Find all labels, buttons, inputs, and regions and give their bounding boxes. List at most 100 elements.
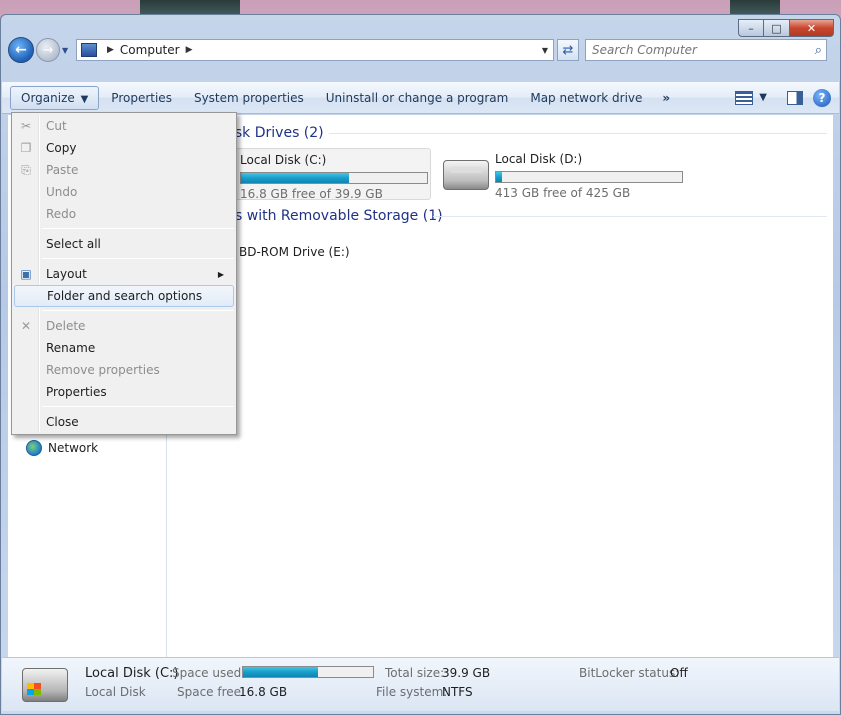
search-input[interactable] [592, 43, 792, 57]
search-icon[interactable]: ⌕ [815, 43, 822, 58]
drive-e[interactable]: BD-ROM Drive (E:) [239, 245, 439, 267]
group-divider [329, 133, 827, 134]
menu-separator [42, 310, 234, 311]
hard-drive-icon [22, 668, 68, 702]
drive-name: BD-ROM Drive (E:) [239, 245, 350, 259]
menu-item-label: Close [46, 415, 79, 429]
menu-item-paste[interactable]: ⎘ Paste [14, 159, 234, 181]
properties-button[interactable]: Properties [101, 87, 182, 109]
menu-item-cut[interactable]: ✂ Cut [14, 115, 234, 137]
menu-item-copy[interactable]: ❐ Copy [14, 137, 234, 159]
drive-free-space: 16.8 GB free of 39.9 GB [240, 187, 383, 201]
caption-buttons: – □ ✕ [738, 19, 834, 37]
file-system-value: NTFS [442, 685, 473, 699]
space-free-label: Space free: [177, 685, 246, 699]
menu-item-select-all[interactable]: Select all [14, 233, 234, 255]
system-properties-button[interactable]: System properties [184, 87, 314, 109]
change-view-icon[interactable] [735, 90, 754, 105]
details-drive-name: Local Disk (C:) [85, 666, 179, 681]
more-commands-button[interactable]: » [654, 87, 678, 109]
navigation-bar: ← → ▼ ▶ Computer ▶ ▼ ⇄ ⌕ [8, 36, 833, 64]
menu-item-label: Redo [46, 207, 77, 221]
forward-arrow-icon: → [42, 42, 54, 58]
windows-logo-icon [27, 683, 41, 695]
file-system-label: File system: [376, 685, 448, 699]
help-icon[interactable]: ? [813, 88, 831, 107]
organize-button[interactable]: Organize ▼ [10, 85, 100, 110]
uninstall-program-button[interactable]: Uninstall or change a program [316, 87, 519, 109]
address-dropdown-icon[interactable]: ▼ [537, 46, 553, 55]
drive-free-space: 413 GB free of 425 GB [495, 186, 631, 200]
bitlocker-label: BitLocker status: [579, 666, 680, 680]
delete-icon: ✕ [20, 319, 32, 333]
close-window-button[interactable]: ✕ [790, 19, 834, 37]
menu-item-label: Rename [46, 341, 96, 355]
space-used-bar [242, 666, 374, 678]
search-box[interactable]: ⌕ [585, 39, 827, 61]
refresh-icon: ⇄ [562, 42, 574, 58]
menu-item-folder-options[interactable]: Folder and search options [14, 285, 234, 307]
group-divider [433, 216, 827, 217]
back-arrow-icon: ← [15, 42, 27, 58]
total-size-label: Total size: [385, 666, 445, 680]
drive-name: Local Disk (D:) [495, 152, 583, 166]
back-button[interactable]: ← [8, 37, 34, 63]
menu-item-label: Select all [46, 237, 101, 251]
maximize-button[interactable]: □ [764, 19, 790, 37]
drive-d[interactable]: Local Disk (D:) 413 GB free of 425 GB [437, 148, 697, 200]
menu-separator [42, 406, 234, 407]
group-header-removable-storage[interactable]: s with Removable Storage (1) [235, 205, 443, 227]
menu-item-layout[interactable]: ▣ Layout ▶ [14, 263, 234, 285]
map-network-drive-button[interactable]: Map network drive [520, 87, 652, 109]
address-bar[interactable]: ▶ Computer ▶ ▼ [76, 39, 554, 61]
hard-drive-icon [443, 160, 489, 190]
nav-item-network[interactable]: Network [26, 440, 98, 456]
organize-label: Organize [21, 90, 75, 105]
menu-item-delete[interactable]: ✕ Delete [14, 315, 234, 337]
menu-item-remove-properties[interactable]: Remove properties [14, 359, 234, 381]
menu-item-label: Delete [46, 319, 86, 333]
drive-c-info: Local Disk (C:) 16.8 GB free of 39.9 GB [240, 153, 428, 201]
drive-usage-fill [496, 172, 502, 182]
menu-item-label: Undo [46, 185, 78, 199]
command-bar-right: ▼ ? [731, 88, 839, 107]
menu-item-properties[interactable]: Properties [14, 381, 234, 403]
menu-item-redo[interactable]: Redo [14, 203, 234, 225]
scissors-icon: ✂ [20, 119, 32, 133]
content-pane: isk Drives (2) Local Disk (C:) 16.8 GB f… [167, 115, 833, 657]
minimize-button[interactable]: – [738, 19, 764, 37]
menu-item-label: Folder and search options [47, 289, 203, 303]
breadcrumb-computer[interactable]: Computer [120, 43, 180, 57]
layout-icon: ▣ [20, 267, 32, 281]
menu-item-close[interactable]: Close [14, 411, 234, 433]
view-options-chevron-icon[interactable]: ▼ [759, 92, 767, 103]
menu-item-undo[interactable]: Undo [14, 181, 234, 203]
space-used-label: Space used: [172, 666, 246, 680]
bitlocker-value: Off [670, 666, 688, 680]
breadcrumb-chevron-icon[interactable]: ▶ [107, 45, 114, 55]
menu-item-label: Copy [46, 141, 77, 155]
menu-item-label: Paste [46, 163, 79, 177]
menu-item-label: Remove properties [46, 363, 160, 377]
organize-menu: ✂ Cut ❐ Copy ⎘ Paste Undo Redo Select al… [11, 112, 237, 435]
space-free-value: 16.8 GB [239, 685, 288, 699]
submenu-arrow-icon: ▶ [217, 269, 224, 279]
total-size-value: 39.9 GB [442, 666, 491, 680]
menu-item-rename[interactable]: Rename [14, 337, 234, 359]
forward-button[interactable]: → [36, 38, 60, 62]
group-header-hard-disk-drives[interactable]: isk Drives (2) [231, 122, 324, 144]
menu-separator [42, 228, 234, 229]
chevron-down-icon: ▼ [80, 93, 89, 105]
nav-item-label: Network [48, 441, 99, 455]
computer-icon [81, 43, 97, 57]
drive-name: Local Disk (C:) [240, 153, 327, 167]
menu-item-label: Properties [46, 385, 107, 399]
space-used-fill [243, 667, 319, 677]
paste-icon: ⎘ [21, 162, 31, 177]
recent-pages-button[interactable]: ▼ [62, 46, 72, 55]
drive-d-info: Local Disk (D:) 413 GB free of 425 GB [495, 152, 683, 200]
menu-separator [42, 258, 234, 259]
preview-pane-icon[interactable] [787, 90, 803, 105]
breadcrumb-chevron-icon[interactable]: ▶ [186, 45, 193, 55]
refresh-button[interactable]: ⇄ [557, 39, 579, 61]
